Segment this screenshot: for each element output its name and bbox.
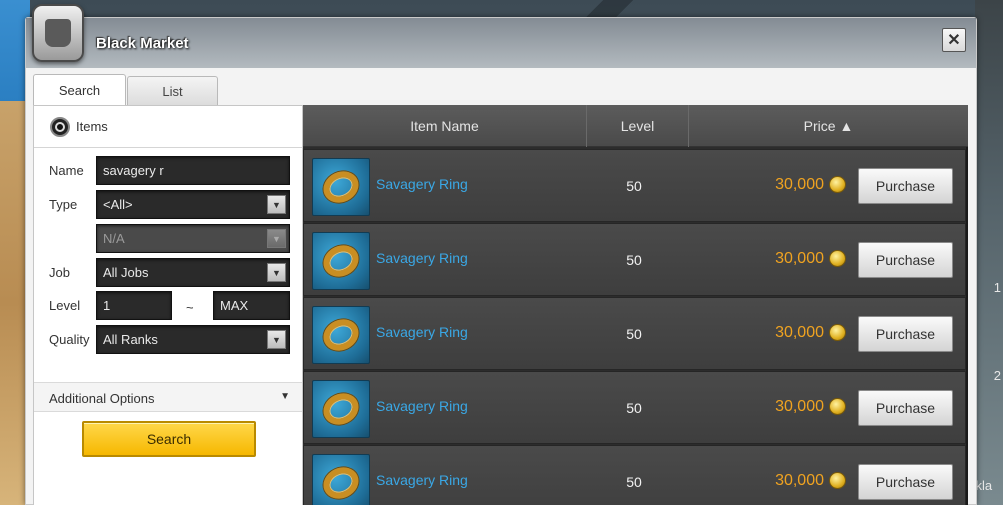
close-button[interactable]: ✕ [942,28,966,52]
item-name[interactable]: Savagery Ring [376,250,468,266]
item-name[interactable]: Savagery Ring [376,176,468,192]
column-header-item-name[interactable]: Item Name [303,105,586,147]
savagery-ring-icon[interactable] [312,306,370,364]
item-price: 30,000 [775,250,824,267]
column-header-level[interactable]: Level [586,105,688,147]
meso-coin-icon [829,176,846,193]
window-title: Black Market [96,35,189,52]
name-row: Name savagery r [34,156,302,186]
background-text: 1 [993,280,1001,295]
results-header: Item Name Level Price ▲ [303,105,968,147]
item-price: 30,000 [775,176,824,193]
item-level: 50 [626,326,642,342]
search-button[interactable]: Search [82,421,256,457]
triangle-down-icon[interactable]: ▼ [280,391,290,402]
item-name[interactable]: Savagery Ring [376,398,468,414]
tab-search[interactable]: Search [33,74,126,105]
background-scenery-right: 1 2 ckla [969,0,1003,505]
purchase-button[interactable]: Purchase [858,316,953,352]
job-selected-value: All Jobs [103,265,149,280]
meso-coin-icon [829,324,846,341]
savagery-ring-icon[interactable] [312,158,370,216]
subtype-row: N/A ▼ [34,224,302,254]
item-level: 50 [626,252,642,268]
result-row: Savagery Ring 50 30,000 Purchase [303,297,966,370]
results-table: Item Name Level Price ▲ Savagery Ring 50… [303,105,968,505]
item-name[interactable]: Savagery Ring [376,472,468,488]
type-dropdown[interactable]: <All> ▼ [96,190,290,219]
savagery-ring-icon[interactable] [312,454,370,505]
meso-coin-icon [829,472,846,489]
type-label: Type [49,197,78,212]
savagery-ring-icon[interactable] [312,232,370,290]
additional-options-toggle[interactable]: Additional Options ▼ [34,382,302,412]
scrollbar-track[interactable] [966,147,968,505]
item-level: 50 [626,474,642,490]
radio-selected-icon[interactable] [50,116,70,137]
level-max-input[interactable]: MAX [213,291,290,320]
level-row: Level 1 ~ MAX [34,291,302,321]
name-input[interactable]: savagery r [96,156,290,185]
result-row: Savagery Ring 50 30,000 Purchase [303,371,966,444]
black-market-window: Black Market ✕ Search List Items Name sa… [25,4,977,505]
item-price: 30,000 [775,398,824,415]
chevron-down-icon[interactable]: ▼ [267,263,286,282]
quality-selected-value: All Ranks [103,332,158,347]
meso-coin-icon [829,250,846,267]
purchase-button[interactable]: Purchase [858,168,953,204]
purchase-button[interactable]: Purchase [858,390,953,426]
items-mode-option[interactable]: Items [34,106,302,148]
name-label: Name [49,163,84,178]
item-level: 50 [626,400,642,416]
tab-list[interactable]: List [127,76,218,105]
quality-label: Quality [49,332,90,347]
result-row: Savagery Ring 50 30,000 Purchase [303,445,966,505]
purchase-button[interactable]: Purchase [858,242,953,278]
chevron-down-icon[interactable]: ▼ [267,330,286,349]
black-market-logo-icon [32,4,84,62]
meso-coin-icon [829,398,846,415]
subtype-dropdown: N/A ▼ [96,224,290,253]
item-level: 50 [626,178,642,194]
job-dropdown[interactable]: All Jobs ▼ [96,258,290,287]
item-price: 30,000 [775,472,824,489]
type-selected-value: <All> [103,197,133,212]
background-text: 2 [993,368,1001,383]
quality-dropdown[interactable]: All Ranks ▼ [96,325,290,354]
level-label: Level [49,298,81,313]
quality-row: Quality All Ranks ▼ [34,325,302,355]
job-row: Job All Jobs ▼ [34,258,302,288]
type-row: Type <All> ▼ [34,190,302,220]
purchase-button[interactable]: Purchase [858,464,953,500]
job-label: Job [49,265,70,280]
search-panel: Items Name savagery r Type <All> ▼ N/A ▼… [33,105,303,505]
item-name[interactable]: Savagery Ring [376,324,468,340]
column-header-price[interactable]: Price ▲ [688,105,968,147]
title-bar[interactable]: Black Market ✕ [26,4,976,68]
level-range-separator: ~ [186,300,194,315]
result-row: Savagery Ring 50 30,000 Purchase [303,149,966,222]
result-row: Savagery Ring 50 30,000 Purchase [303,223,966,296]
level-min-input[interactable]: 1 [96,291,172,320]
subtype-selected-value: N/A [103,231,125,246]
item-price: 30,000 [775,324,824,341]
additional-options-label: Additional Options [49,391,155,406]
items-mode-label: Items [76,119,108,134]
savagery-ring-icon[interactable] [312,380,370,438]
chevron-down-icon[interactable]: ▼ [267,195,286,214]
chevron-down-icon: ▼ [267,229,286,248]
